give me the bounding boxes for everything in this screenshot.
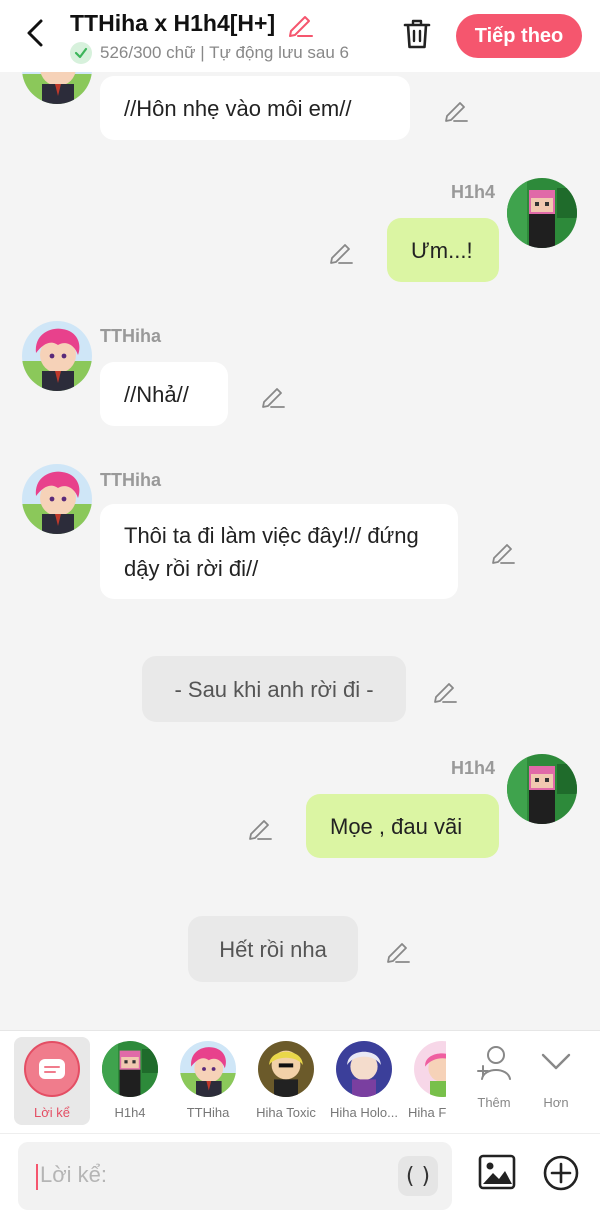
avatar-tthiha[interactable] <box>22 321 92 391</box>
speaker-name: H1h4 <box>451 182 496 202</box>
add-character-button[interactable]: Thêm <box>464 1041 524 1121</box>
message-bubble[interactable]: //Hôn nhẹ vào môi em// <box>100 76 410 140</box>
plus-circle-icon <box>543 1155 579 1191</box>
character-label: H1h4 <box>114 1105 146 1120</box>
add-user-icon <box>477 1046 511 1080</box>
composer: Lời kể: ( ) <box>0 1134 600 1221</box>
image-button[interactable] <box>478 1154 516 1190</box>
message-bubble[interactable]: Ưm...! <box>387 218 499 282</box>
edit-message-icon[interactable] <box>247 814 273 840</box>
speaker-name: H1h4 <box>451 758 496 778</box>
character-label: Hiha F <box>408 1105 446 1120</box>
avatar <box>336 1041 392 1097</box>
message-bubble[interactable]: Mọe , đau vãi <box>306 794 499 858</box>
story-title[interactable]: TTHiha x H1h4[H+] <box>70 10 275 37</box>
image-icon <box>478 1154 516 1190</box>
edit-title-icon[interactable] <box>286 10 314 38</box>
narration-bubble[interactable]: - Sau khi anh rời đi - <box>142 656 406 722</box>
chevron-down-icon <box>541 1053 571 1070</box>
text-cursor <box>36 1164 38 1190</box>
avatar <box>414 1041 446 1097</box>
input-placeholder: Lời kể: <box>40 1162 108 1187</box>
message-bubble[interactable]: Thôi ta đi làm việc đây!// đứng dậy rồi … <box>100 504 458 599</box>
delete-button[interactable] <box>400 16 434 52</box>
speaker-name: TTHiha <box>100 326 161 346</box>
back-button[interactable] <box>18 16 52 50</box>
message-text: //Hôn nhẹ vào môi em// <box>124 95 352 121</box>
narration-text: - Sau khi anh rời đi - <box>174 676 374 702</box>
character-label: Hiha Toxic <box>256 1105 316 1120</box>
avatar <box>180 1041 236 1097</box>
character-selector: Lời kể H1h4 TTHiha Hiha Toxic Hiha Holo.… <box>0 1030 600 1134</box>
character-hiha-f[interactable]: Hiha F <box>402 1041 446 1135</box>
chevron-left-icon <box>27 19 43 47</box>
check-icon <box>70 42 92 64</box>
narrator-label: Lời kể <box>34 1105 70 1120</box>
edit-message-icon[interactable] <box>490 538 516 564</box>
edit-message-icon[interactable] <box>432 677 458 703</box>
message-text: //Nhả// <box>124 381 189 407</box>
avatar-tthiha[interactable] <box>22 464 92 534</box>
narration-text: Hết rồi nha <box>219 936 327 962</box>
top-bar: TTHiha x H1h4[H+] 526/300 chữ | Tự động … <box>0 0 600 72</box>
avatar <box>258 1041 314 1097</box>
edit-message-icon[interactable] <box>443 96 469 122</box>
edit-message-icon[interactable] <box>328 238 354 264</box>
add-character-label: Thêm <box>477 1095 511 1110</box>
character-label: Hiha Holo... <box>330 1105 398 1120</box>
message-text: Thôi ta đi làm việc đây!// đứng dậy rồi … <box>124 522 419 581</box>
trash-icon <box>403 19 431 49</box>
avatar-h1h4[interactable] <box>507 178 577 248</box>
avatar <box>102 1041 158 1097</box>
next-button[interactable]: Tiếp theo <box>456 14 582 58</box>
edit-message-icon[interactable] <box>385 937 411 963</box>
message-text: Mọe , đau vãi <box>330 813 463 839</box>
edit-message-icon[interactable] <box>260 382 286 408</box>
narration-bubble[interactable]: Hết rồi nha <box>188 916 358 982</box>
narration-icon <box>24 1041 80 1097</box>
add-button[interactable] <box>542 1154 580 1192</box>
message-bubble[interactable]: //Nhả// <box>100 362 228 426</box>
message-text: Ưm...! <box>411 237 473 263</box>
narrator-button[interactable]: Lời kể <box>14 1037 90 1125</box>
autosave-text: 526/300 chữ | Tự động lưu sau 6 <box>100 43 350 62</box>
message-input[interactable]: Lời kể: ( ) <box>18 1142 452 1210</box>
character-label: TTHiha <box>186 1105 230 1120</box>
more-label: Hơn <box>543 1095 569 1110</box>
avatar-h1h4[interactable] <box>507 754 577 824</box>
parentheses-button[interactable]: ( ) <box>398 1156 438 1196</box>
autosave-status: 526/300 chữ | Tự động lưu sau 6 <box>70 42 376 64</box>
more-button[interactable]: Hơn <box>526 1041 586 1121</box>
speaker-name: TTHiha <box>100 470 161 490</box>
